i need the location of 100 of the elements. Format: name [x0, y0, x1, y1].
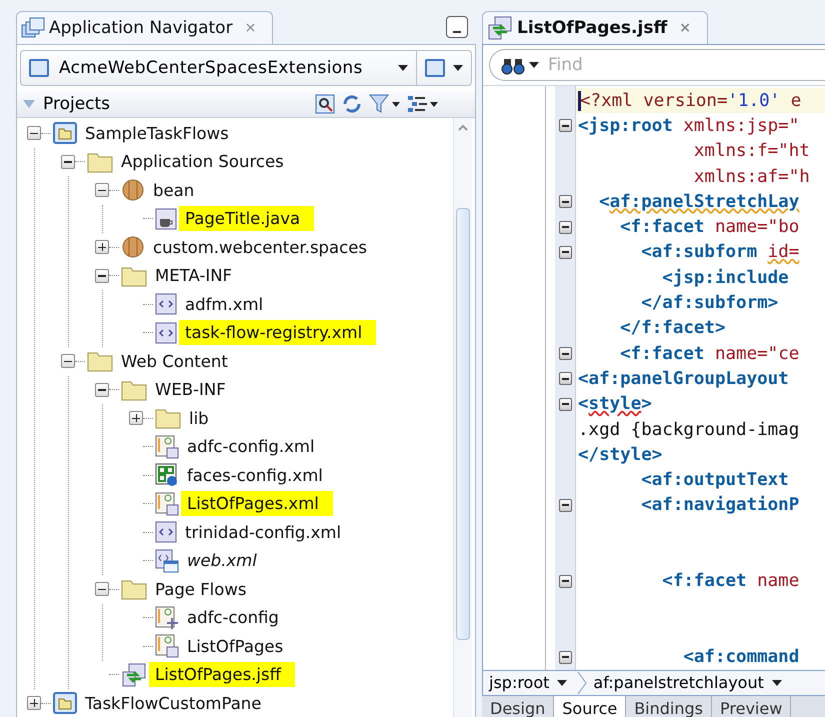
- section-title: Projects: [43, 94, 112, 114]
- code-line: <af:panelStretchLay: [598, 192, 800, 212]
- xml-file-icon: [155, 293, 177, 316]
- fold-toggle[interactable]: [558, 119, 572, 132]
- folder-icon: [87, 150, 113, 173]
- code-line: xmlns:af="h: [692, 166, 810, 187]
- caret-icon: [529, 62, 539, 68]
- find-field[interactable]: Find: [489, 49, 825, 81]
- tree-item-label[interactable]: trinidad-config.xml: [179, 520, 356, 545]
- caret-icon: [453, 65, 463, 71]
- list-options-icon[interactable]: [407, 94, 439, 114]
- breadcrumb-item[interactable]: jsp:root: [489, 673, 572, 692]
- collapse-toggle[interactable]: [95, 183, 109, 198]
- folder-icon: [87, 350, 113, 372]
- code-line: </f:facet>: [619, 318, 726, 338]
- tree-item-label[interactable]: web.xml: [181, 548, 271, 574]
- tree-item-label[interactable]: adfc-config: [181, 605, 293, 630]
- code-line: <af:outputText: [640, 470, 789, 490]
- diagram-file-icon: [155, 434, 179, 459]
- page-fragment-file-icon: [487, 16, 513, 40]
- collapse-toggle[interactable]: [61, 354, 75, 368]
- tree-item-label[interactable]: Application Sources: [115, 149, 298, 174]
- project-folder-icon: [53, 692, 77, 714]
- caret-icon: [557, 680, 568, 686]
- code-line: <af:command: [682, 647, 800, 668]
- code-line: </af:subform>: [640, 293, 778, 314]
- scroll-up-icon[interactable]: [458, 124, 468, 131]
- globe-grid-file-icon: [155, 463, 179, 488]
- fold-toggle[interactable]: [558, 220, 572, 234]
- coffee-cup-file-icon: [155, 208, 177, 230]
- xml-file-icon: [155, 521, 177, 544]
- caret-icon: [398, 65, 408, 71]
- tree-item-label[interactable]: TaskFlowCustomPane: [79, 690, 276, 716]
- diagram-file-icon: [155, 492, 179, 516]
- folder-icon: [121, 378, 147, 401]
- tree-item-label[interactable]: bean: [147, 178, 208, 203]
- project-folder-icon: [53, 122, 77, 144]
- page-fragment-file-icon: [121, 662, 147, 687]
- tab-title: Application Navigator: [49, 18, 233, 38]
- fold-toggle[interactable]: [558, 195, 572, 208]
- code-line: <af:subform id=: [640, 242, 800, 262]
- code-line: .xgd {background-imag: [578, 420, 800, 440]
- search-icon[interactable]: [315, 94, 335, 114]
- tree-item-label[interactable]: Web Content: [115, 348, 242, 374]
- tree-item-label[interactable]: lib: [183, 406, 223, 431]
- tree-item-label[interactable]: adfc-config.xml: [181, 434, 329, 460]
- code-line: <jsp:root xmlns:jsp=": [578, 116, 800, 136]
- collapse-toggle[interactable]: [95, 268, 109, 283]
- diagram-file-icon: [155, 606, 179, 630]
- fold-toggle[interactable]: [558, 650, 572, 664]
- code-line: <jsp:include: [661, 268, 789, 288]
- code-line: <f:facet name: [661, 571, 800, 592]
- xml-window-file-icon: [155, 548, 179, 573]
- fold-toggle[interactable]: [558, 498, 572, 512]
- tree-item-label[interactable]: META-INF: [149, 263, 246, 288]
- folder-icon: [155, 407, 181, 430]
- fold-toggle[interactable]: [558, 347, 572, 360]
- diagram-file-icon: [155, 634, 179, 658]
- vertical-scrollbar[interactable]: [453, 118, 472, 717]
- collapse-toggle[interactable]: [95, 382, 109, 397]
- editor-tab[interactable]: ListOfPages.jsff ×: [482, 11, 708, 44]
- collapse-toggle[interactable]: [95, 582, 109, 596]
- expand-toggle[interactable]: [95, 240, 109, 254]
- tree-item-label[interactable]: ListOfPages.jsff: [149, 662, 295, 688]
- tree-item-label[interactable]: WEB-INF: [149, 377, 240, 402]
- view-tab[interactable]: Source: [554, 696, 626, 717]
- breadcrumb-item[interactable]: af:panelstretchlayout: [593, 673, 786, 692]
- minimize-button[interactable]: [446, 16, 468, 38]
- expand-toggle[interactable]: [27, 696, 41, 710]
- expand-toggle[interactable]: [129, 411, 143, 426]
- tree-item-label[interactable]: task-flow-registry.xml: [179, 320, 376, 346]
- stacked-windows-icon: [21, 17, 45, 39]
- code-line: <af:panelGroupLayout: [578, 368, 789, 389]
- caret-icon: [772, 680, 782, 686]
- tree-item-label[interactable]: ListOfPages: [181, 634, 298, 659]
- filter-icon[interactable]: [369, 94, 401, 114]
- collapse-toggle[interactable]: [27, 126, 41, 140]
- collapse-toggle[interactable]: [61, 154, 75, 169]
- fold-toggle[interactable]: [558, 398, 572, 411]
- tree-item-label[interactable]: faces-config.xml: [181, 462, 337, 488]
- fold-toggle[interactable]: [558, 372, 572, 386]
- code-line: </style>: [578, 444, 662, 465]
- tree-item-label[interactable]: ListOfPages.xml: [181, 491, 333, 516]
- tree-item-label[interactable]: adfm.xml: [179, 292, 278, 317]
- tree-item-label[interactable]: PageTitle.java: [179, 206, 314, 232]
- code-line: <f:facet name="ce: [619, 344, 800, 364]
- tree-item-label[interactable]: Page Flows: [149, 576, 260, 602]
- code-line: <style>: [578, 394, 652, 414]
- fold-toggle[interactable]: [558, 574, 572, 588]
- code-line: xmlns:f="ht: [692, 141, 810, 162]
- navigator-tab[interactable]: Application Navigator ×: [16, 11, 274, 44]
- tab-title: ListOfPages.jsff: [517, 18, 668, 38]
- package-icon: [121, 179, 145, 202]
- fold-toggle[interactable]: [558, 246, 572, 259]
- folder-icon: [121, 578, 147, 600]
- package-icon: [121, 236, 145, 258]
- tree-item-label[interactable]: SampleTaskFlows: [79, 120, 243, 146]
- tree-item-label[interactable]: custom.webcenter.spaces: [147, 234, 381, 260]
- window-icon: [29, 59, 49, 77]
- refresh-icon[interactable]: [341, 94, 363, 114]
